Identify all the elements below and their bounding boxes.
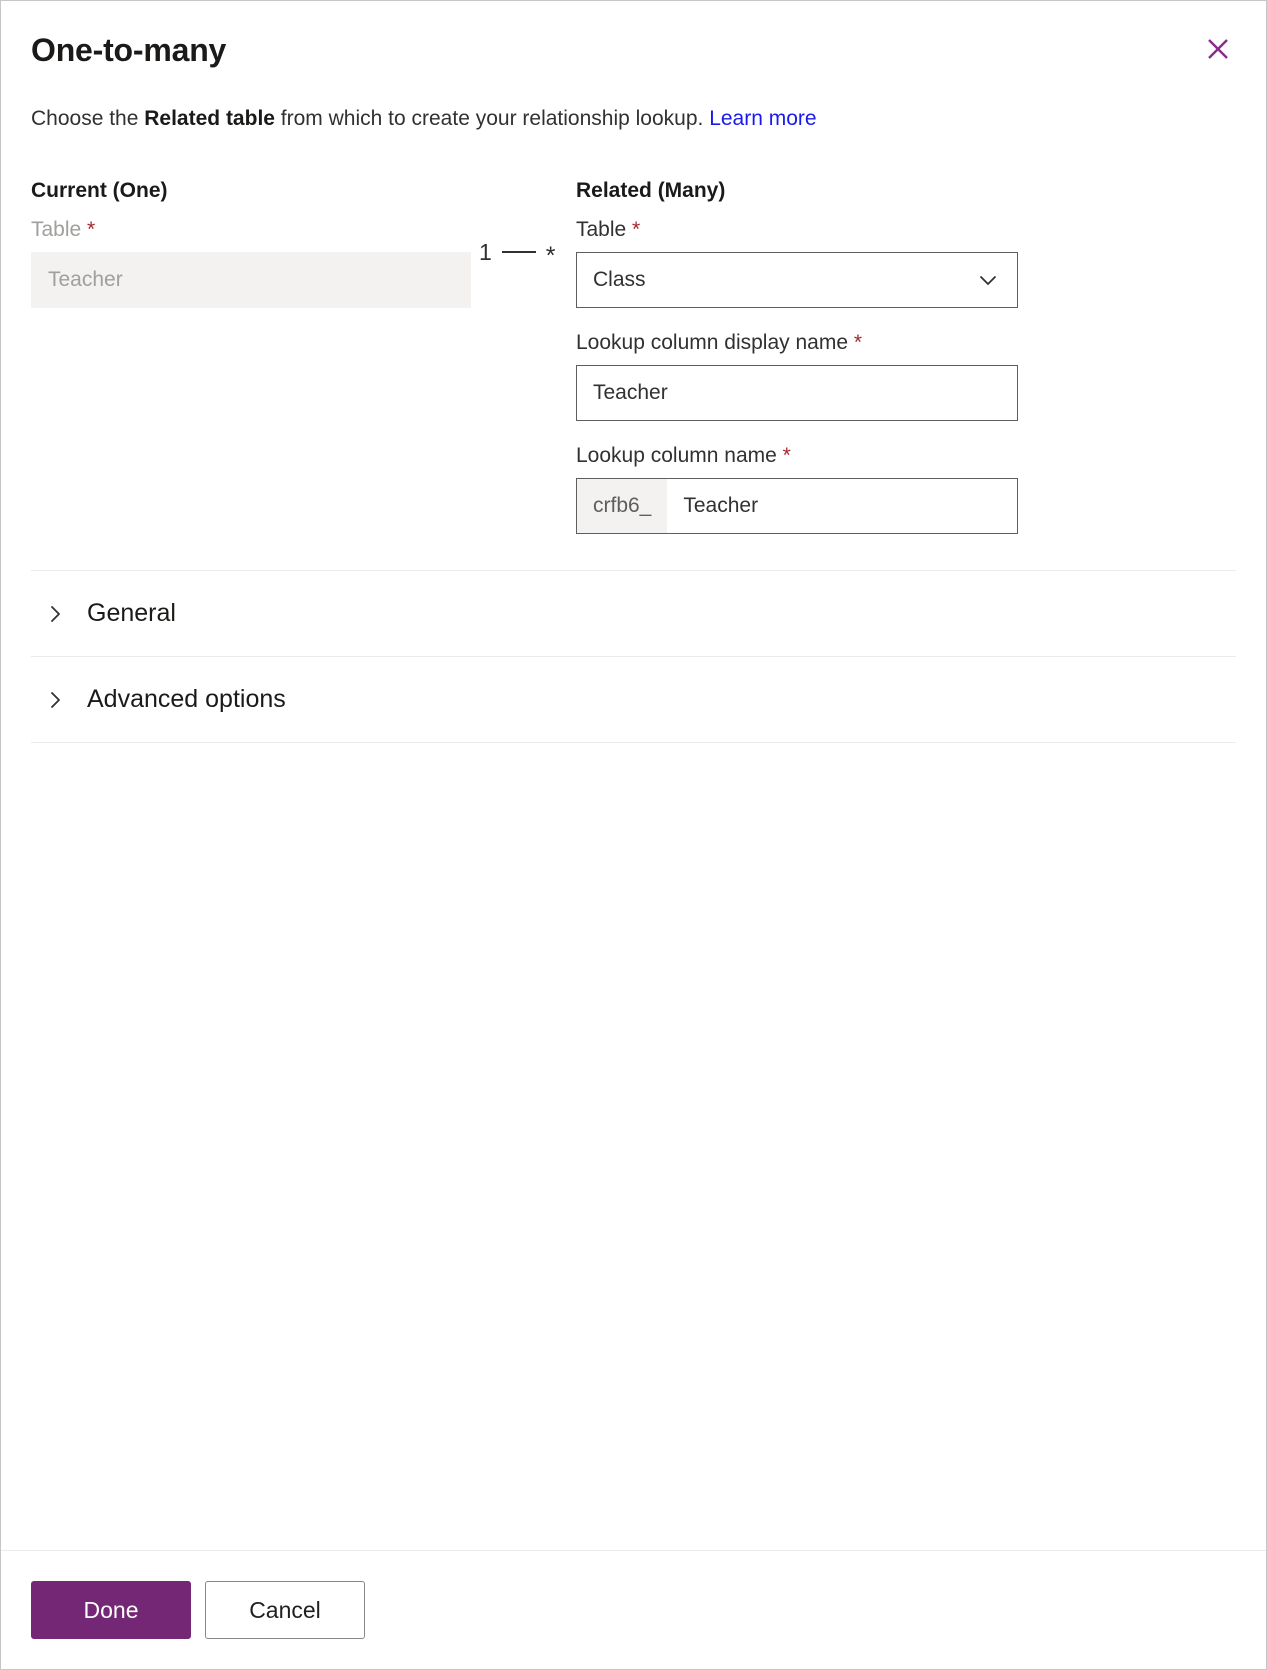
relationship-columns: Current (One) Table * Teacher 1 * Relate… bbox=[31, 178, 1236, 535]
cancel-button[interactable]: Cancel bbox=[205, 1581, 365, 1639]
close-button[interactable] bbox=[1196, 27, 1240, 71]
current-one-column: Current (One) Table * Teacher bbox=[31, 178, 471, 535]
related-table-dropdown[interactable]: Class bbox=[576, 252, 1018, 309]
accordion-advanced-options-label: Advanced options bbox=[87, 685, 286, 714]
chevron-right-icon bbox=[43, 602, 67, 626]
cardinality-one: 1 bbox=[479, 238, 492, 265]
related-table-label-text: Table bbox=[576, 217, 627, 241]
related-table-label: Table * bbox=[576, 217, 1018, 242]
dialog-body: Current (One) Table * Teacher 1 * Relate… bbox=[1, 134, 1266, 1550]
current-table-label-text: Table bbox=[31, 217, 82, 241]
lookup-column-name-field[interactable]: crfb6_ bbox=[576, 478, 1018, 535]
current-table-input: Teacher bbox=[31, 252, 471, 309]
cardinality-connector: 1 * bbox=[471, 178, 576, 535]
lookup-column-name-label-text: Lookup column name bbox=[576, 444, 777, 468]
chevron-right-icon bbox=[43, 688, 67, 712]
collapsible-sections: General Advanced options bbox=[31, 570, 1236, 744]
current-one-heading: Current (One) bbox=[31, 178, 168, 202]
connector-line bbox=[501, 251, 536, 254]
current-table-value: Teacher bbox=[48, 268, 123, 292]
accordion-general[interactable]: General bbox=[31, 571, 1236, 656]
learn-more-link[interactable]: Learn more bbox=[709, 107, 816, 130]
lookup-display-name-label-text: Lookup column display name bbox=[576, 331, 848, 355]
lookup-column-name-input[interactable] bbox=[667, 479, 1017, 534]
required-asterisk: * bbox=[853, 331, 863, 355]
required-asterisk: * bbox=[632, 217, 641, 241]
section-divider bbox=[31, 742, 1236, 744]
dialog-footer: Done Cancel bbox=[1, 1550, 1266, 1669]
description-suffix: from which to create your relationship l… bbox=[274, 107, 710, 131]
required-asterisk: * bbox=[87, 217, 96, 241]
lookup-display-name-input[interactable] bbox=[576, 365, 1018, 422]
related-table-value: Class bbox=[593, 268, 646, 292]
chevron-down-icon bbox=[975, 267, 1001, 293]
related-many-column: Related (Many) Table * Class Lookup colu… bbox=[576, 178, 1018, 535]
dialog-description: Choose the Related table from which to c… bbox=[31, 105, 1236, 133]
related-many-heading: Related (Many) bbox=[576, 178, 726, 202]
description-prefix: Choose the bbox=[31, 107, 145, 131]
required-asterisk: * bbox=[782, 444, 791, 468]
lookup-display-name-label: Lookup column display name * bbox=[576, 330, 1018, 355]
lookup-column-name-prefix: crfb6_ bbox=[577, 479, 668, 534]
one-to-many-dialog: One-to-many Choose the Related table fro… bbox=[0, 0, 1267, 1670]
accordion-advanced-options[interactable]: Advanced options bbox=[31, 657, 1236, 742]
close-icon bbox=[1203, 34, 1233, 64]
done-button[interactable]: Done bbox=[31, 1581, 191, 1639]
description-bold: Related table bbox=[144, 107, 275, 131]
current-table-label: Table * bbox=[31, 217, 471, 242]
page-title: One-to-many bbox=[31, 32, 227, 68]
lookup-column-name-label: Lookup column name * bbox=[576, 443, 1018, 468]
dialog-header: One-to-many Choose the Related table fro… bbox=[1, 1, 1266, 134]
cardinality-many: * bbox=[545, 241, 556, 270]
accordion-general-label: General bbox=[87, 599, 176, 628]
